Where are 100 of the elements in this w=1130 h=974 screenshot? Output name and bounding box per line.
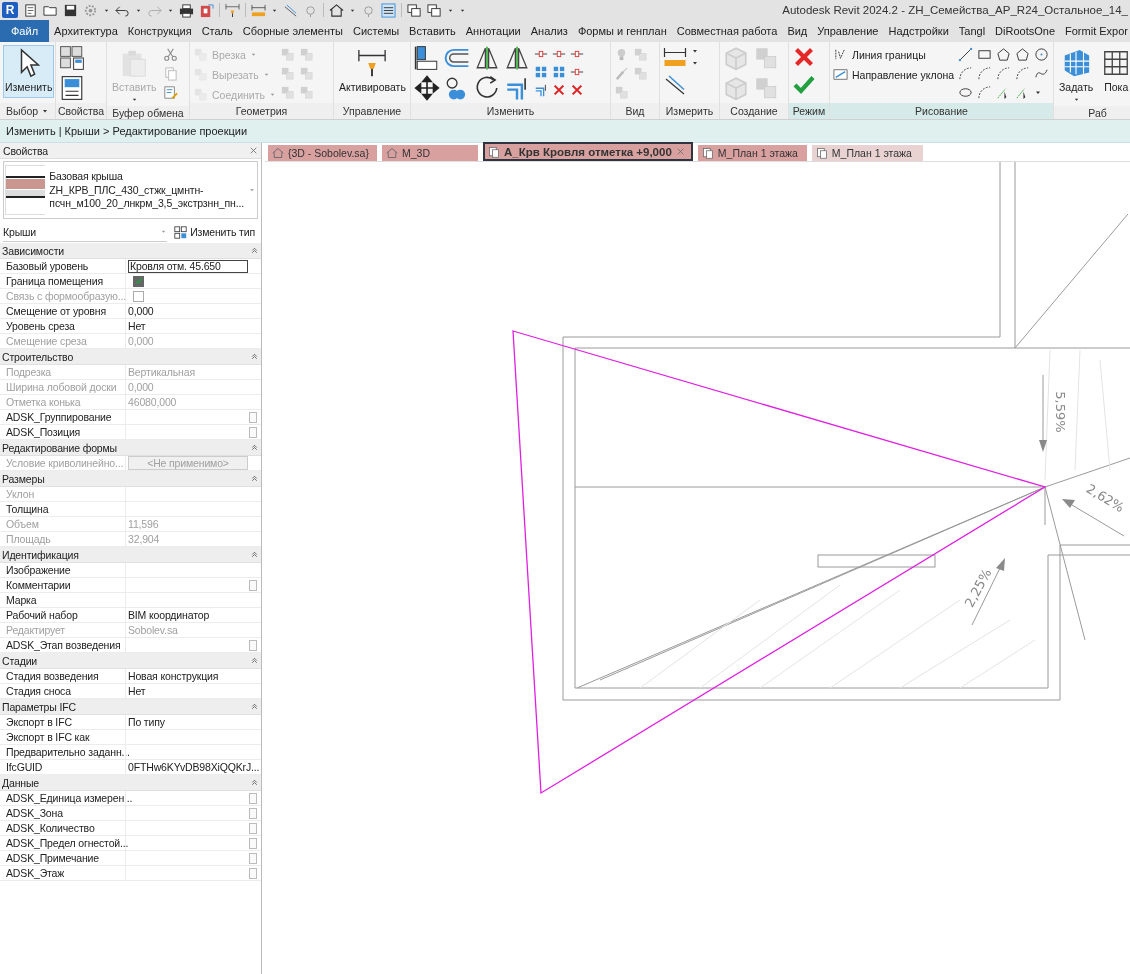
tool-button[interactable]: Задать xyxy=(1057,45,1096,106)
slope-arrow[interactable] xyxy=(1039,374,1047,452)
gear-icon[interactable] xyxy=(83,2,98,18)
ribbon-tab[interactable]: Системы xyxy=(348,20,405,42)
ribbon-tab[interactable]: Вставить xyxy=(404,20,461,42)
rotate-icon[interactable] xyxy=(474,75,500,101)
tool-button[interactable]: Пока xyxy=(1099,45,1130,96)
property-value: 11,596 xyxy=(128,518,159,530)
printer-icon[interactable] xyxy=(179,2,194,18)
sketch-boundary-line[interactable] xyxy=(512,330,1047,795)
ribbon-tab[interactable]: Архитектура xyxy=(49,20,123,42)
close-icon[interactable] xyxy=(675,147,685,156)
property-label: Граница помещения xyxy=(5,274,103,288)
category-dropdown[interactable]: Крыши xyxy=(3,222,168,242)
close-icon[interactable] xyxy=(249,146,258,155)
edit-box[interactable] xyxy=(249,852,257,864)
ribbon-tab[interactable]: DiRootsOne xyxy=(990,20,1061,42)
cross-icon[interactable] xyxy=(552,83,566,97)
tool-button[interactable]: Линия границы xyxy=(833,47,955,62)
rectangle-icon[interactable] xyxy=(977,47,993,62)
ribbon-tab[interactable]: Файл xyxy=(0,20,50,42)
group-header[interactable]: Размеры xyxy=(0,471,261,487)
ribbon-tab[interactable]: Совместная работа xyxy=(671,20,783,42)
ribbon-tab[interactable]: Надстройки xyxy=(883,20,954,42)
document-icon[interactable] xyxy=(23,2,38,18)
ribbon-tab[interactable]: Сталь xyxy=(196,20,238,42)
group-header[interactable]: Строительство xyxy=(0,349,261,365)
edit-box[interactable] xyxy=(249,837,257,849)
align-icon[interactable] xyxy=(414,45,440,71)
panel-title: Управление xyxy=(334,103,410,119)
edit-box[interactable] xyxy=(249,411,257,423)
ribbon-tab[interactable]: Tangl xyxy=(953,20,991,42)
properties-window-icon[interactable] xyxy=(59,75,85,101)
line-icon[interactable] xyxy=(958,47,974,62)
edit-box[interactable] xyxy=(249,807,257,819)
triangle-mirror-icon[interactable] xyxy=(474,45,500,71)
group-header[interactable]: Стадии xyxy=(0,653,261,669)
property-label: Стадия возведения xyxy=(5,669,99,683)
ribbon-tab[interactable]: Вид xyxy=(782,20,813,42)
group-header[interactable]: Данные xyxy=(0,775,261,791)
view-tab[interactable]: {3D - Sobolev.sa} xyxy=(268,145,377,161)
ribbon-tab[interactable]: Управление xyxy=(812,20,884,42)
windows-icon[interactable] xyxy=(407,2,422,18)
clipboard-brush-icon[interactable] xyxy=(162,85,178,100)
ribbon-tab[interactable]: Конструкция xyxy=(122,20,197,42)
view-tab[interactable]: M_3D xyxy=(382,145,478,161)
windows-icon[interactable] xyxy=(427,2,442,18)
move-icon[interactable] xyxy=(414,75,440,101)
edit-box[interactable] xyxy=(249,639,257,651)
checkbox[interactable] xyxy=(133,275,144,287)
pin-dimension-icon[interactable] xyxy=(225,2,240,18)
tool-button[interactable]: Направление уклона xyxy=(833,67,955,82)
scissors-icon[interactable] xyxy=(162,47,178,62)
squares-icon[interactable] xyxy=(534,65,548,79)
squares-icon[interactable] xyxy=(552,65,566,79)
edit-box[interactable] xyxy=(249,579,257,591)
house-icon[interactable] xyxy=(329,2,344,18)
group-header[interactable]: Зависимости xyxy=(0,243,261,259)
check-icon[interactable] xyxy=(792,73,816,97)
value-field[interactable]: Кровля отм. 45.650 xyxy=(128,259,248,273)
circle-icon[interactable] xyxy=(1034,47,1050,62)
ribbon-tab[interactable]: Аннотации xyxy=(460,20,526,42)
ellipse-icon[interactable] xyxy=(958,85,974,100)
group-header[interactable]: Параметры IFC xyxy=(0,699,261,715)
ribbon-tab[interactable]: Формы и генплан xyxy=(572,20,672,42)
ruler-icon[interactable] xyxy=(663,45,687,69)
edit-box[interactable] xyxy=(249,822,257,834)
trim-icon[interactable] xyxy=(534,83,548,97)
view-tab[interactable]: А_Крв Кровля отметка +9,000 xyxy=(483,142,693,161)
group-header[interactable]: Идентификация xyxy=(0,547,261,563)
edit-box[interactable] xyxy=(249,426,257,438)
tool-button[interactable]: Изменить xyxy=(3,45,55,98)
view-tab[interactable]: М_План 1 этажа xyxy=(697,145,807,161)
breadcrumb: Изменить | Крыши > Редактирование проекции xyxy=(6,125,248,137)
ribbon-tab[interactable]: Сборные элементы xyxy=(237,20,348,42)
squares-grid-icon[interactable] xyxy=(59,45,85,71)
property-label: Рабочий набор xyxy=(5,608,78,622)
diagonal-dimension-icon[interactable] xyxy=(663,73,687,97)
edit-type-button[interactable]: Изменить тип xyxy=(171,224,258,240)
cross-icon[interactable] xyxy=(570,83,584,97)
property-label: ADSK_Количество xyxy=(5,821,95,835)
ribbon-tab[interactable]: Formit Expor xyxy=(1060,20,1130,42)
edit-box[interactable] xyxy=(249,867,257,879)
caret-icon[interactable] xyxy=(41,107,50,115)
edit-box[interactable] xyxy=(249,792,257,804)
property-value: 32,904 xyxy=(128,533,160,545)
pentagon-icon[interactable] xyxy=(1015,47,1031,62)
pentagon-icon[interactable] xyxy=(996,47,1012,62)
view-tab[interactable]: М_План 1 этажа xyxy=(811,145,923,161)
tool-button[interactable]: Активировать xyxy=(337,45,408,96)
pages-icon[interactable] xyxy=(162,66,178,81)
triangle-mirror-icon[interactable] xyxy=(504,45,530,71)
app-logo[interactable]: R xyxy=(2,2,18,18)
ribbon-tab[interactable]: Анализ xyxy=(525,20,573,42)
type-name: ZH_КРВ_ПЛС_430_стжк_цмнтн-псчн_м100_20_лнкрм_3,5_экстрзнн_пн... xyxy=(49,184,244,210)
lines-list-icon[interactable] xyxy=(381,2,396,18)
property-label: Объем xyxy=(5,517,39,531)
group-header[interactable]: Редактирование формы xyxy=(0,440,261,456)
sheet-export-icon[interactable] xyxy=(199,2,214,18)
brush-icon[interactable] xyxy=(614,66,629,81)
